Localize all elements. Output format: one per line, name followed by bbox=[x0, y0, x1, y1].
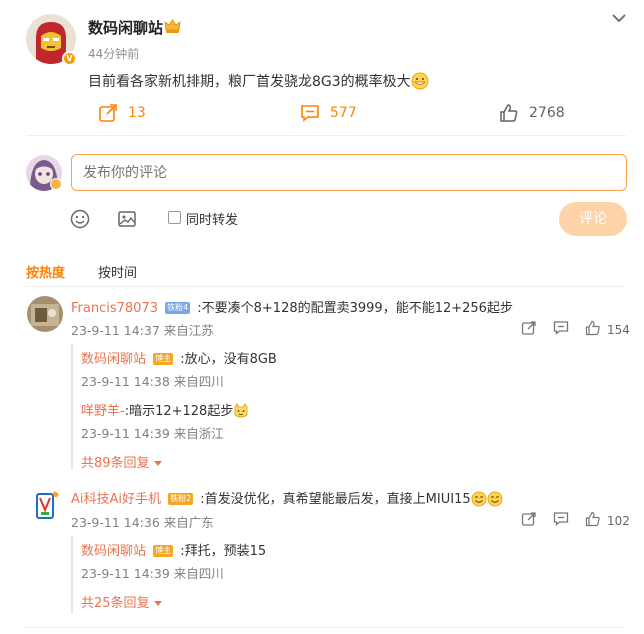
reply-thread-line bbox=[71, 536, 73, 614]
post-content-text: 目前看各家新机排期，粮厂首发骁龙8G3的概率极大 bbox=[88, 74, 411, 90]
repost-icon bbox=[521, 511, 537, 530]
comment-reply-button[interactable] bbox=[553, 511, 569, 530]
crown-icon[interactable] bbox=[164, 18, 181, 35]
comment-like-count: 102 bbox=[607, 513, 630, 528]
reply-thread-line bbox=[71, 344, 73, 470]
comment-count: 577 bbox=[330, 105, 357, 121]
comment-username[interactable]: Ai科技Ai好手机 bbox=[71, 492, 161, 507]
reply-text: :拜托，预装15 bbox=[180, 544, 267, 559]
cat-emoji-icon bbox=[233, 403, 249, 419]
repost-checkbox[interactable] bbox=[168, 211, 181, 224]
more-replies-label: 共89条回复 bbox=[81, 456, 150, 471]
caret-down-icon bbox=[153, 596, 162, 611]
comment-meta: 23-9-11 14:37 来自江苏 bbox=[71, 323, 214, 338]
verified-badge: V bbox=[62, 51, 77, 66]
more-replies-label: 共25条回复 bbox=[81, 596, 150, 611]
image-icon[interactable] bbox=[116, 208, 138, 230]
reply-text: :放心，没有8GB bbox=[180, 352, 277, 367]
comment-username[interactable]: Francis78073 bbox=[71, 301, 158, 316]
like-count: 2768 bbox=[529, 105, 565, 121]
divider bbox=[26, 627, 626, 628]
reply-header: 数码闲聊站 博主 :放心，没有8GB bbox=[81, 348, 277, 367]
chevron-down-icon[interactable] bbox=[610, 9, 628, 27]
repost-icon bbox=[521, 320, 537, 339]
reply-username[interactable]: 数码闲聊站 bbox=[81, 544, 146, 559]
commenter-avatar[interactable] bbox=[27, 296, 63, 332]
comment-icon bbox=[553, 511, 569, 530]
comment-repost-button[interactable] bbox=[521, 320, 537, 339]
divider bbox=[26, 286, 626, 287]
commenter-avatar[interactable] bbox=[27, 488, 63, 524]
comment-repost-button[interactable] bbox=[521, 511, 537, 530]
comment-input[interactable] bbox=[71, 154, 627, 191]
submit-comment-button[interactable]: 评论 bbox=[559, 202, 627, 236]
author-badge: 博主 bbox=[153, 353, 174, 365]
reply-username[interactable]: 数码闲聊站 bbox=[81, 352, 146, 367]
reply-header: 咩野羊-:暗示12+128起步 bbox=[81, 400, 249, 419]
fan-level-badge: 铁粉2 bbox=[168, 493, 194, 505]
author-badge: 博主 bbox=[153, 545, 174, 557]
repost-button[interactable]: 13 bbox=[98, 103, 146, 123]
reply-meta: 23-9-11 14:39 来自浙江 bbox=[81, 426, 224, 441]
more-replies-link[interactable]: 共89条回复 bbox=[81, 452, 162, 471]
like-icon bbox=[585, 511, 601, 530]
post-content: 目前看各家新机排期，粮厂首发骁龙8G3的概率极大 bbox=[88, 71, 429, 91]
like-icon bbox=[499, 103, 519, 123]
reply-meta: 23-9-11 14:38 来自四川 bbox=[81, 374, 224, 389]
comment-header: Ai科技Ai好手机 铁粉2 :首发没优化，真希望能最后发，直接上MIUI15 bbox=[71, 488, 503, 507]
caret-down-icon bbox=[153, 456, 162, 471]
comment-reply-button[interactable] bbox=[553, 320, 569, 339]
post-time[interactable]: 44分钟前 bbox=[88, 45, 139, 62]
comment-like-count: 154 bbox=[607, 322, 630, 337]
reply-header: 数码闲聊站 博主 :拜托，预装15 bbox=[81, 540, 266, 559]
comment-like-button[interactable]: 102 bbox=[585, 511, 630, 530]
repost-icon bbox=[98, 103, 118, 123]
reply-meta: 23-9-11 14:39 来自四川 bbox=[81, 566, 224, 581]
like-button[interactable]: 2768 bbox=[499, 103, 565, 123]
comment-text: :首发没优化，真希望能最后发，直接上MIUI15 bbox=[200, 492, 471, 507]
post-author-name[interactable]: 数码闲聊站 bbox=[88, 17, 163, 38]
repost-checkbox-label[interactable]: 同时转发 bbox=[186, 209, 238, 228]
tab-sort-hot[interactable]: 按热度 bbox=[26, 262, 65, 281]
smile-emoji-icon bbox=[487, 491, 503, 507]
comment-like-button[interactable]: 154 bbox=[585, 320, 630, 339]
like-icon bbox=[585, 320, 601, 339]
user-level-badge bbox=[50, 178, 62, 190]
tab-sort-time[interactable]: 按时间 bbox=[98, 262, 137, 281]
reply-username[interactable]: 咩野羊- bbox=[81, 404, 125, 419]
grin-emoji-icon bbox=[411, 72, 429, 90]
comment-icon bbox=[300, 103, 320, 123]
comment-text: :不要凑个8+128的配置卖3999，能不能12+256起步 bbox=[197, 301, 513, 316]
emoji-icon[interactable] bbox=[69, 208, 91, 230]
fan-level-badge: 铁粉4 bbox=[165, 302, 191, 314]
comment-header: Francis78073 铁粉4 :不要凑个8+128的配置卖3999，能不能1… bbox=[71, 297, 513, 316]
comment-meta: 23-9-11 14:36 来自广东 bbox=[71, 515, 214, 530]
more-replies-link[interactable]: 共25条回复 bbox=[81, 592, 162, 611]
comment-icon bbox=[553, 320, 569, 339]
comment-button[interactable]: 577 bbox=[300, 103, 357, 123]
divider bbox=[26, 135, 626, 136]
repost-count: 13 bbox=[128, 105, 146, 121]
smile-emoji-icon bbox=[471, 491, 487, 507]
reply-text: :暗示12+128起步 bbox=[124, 404, 234, 419]
